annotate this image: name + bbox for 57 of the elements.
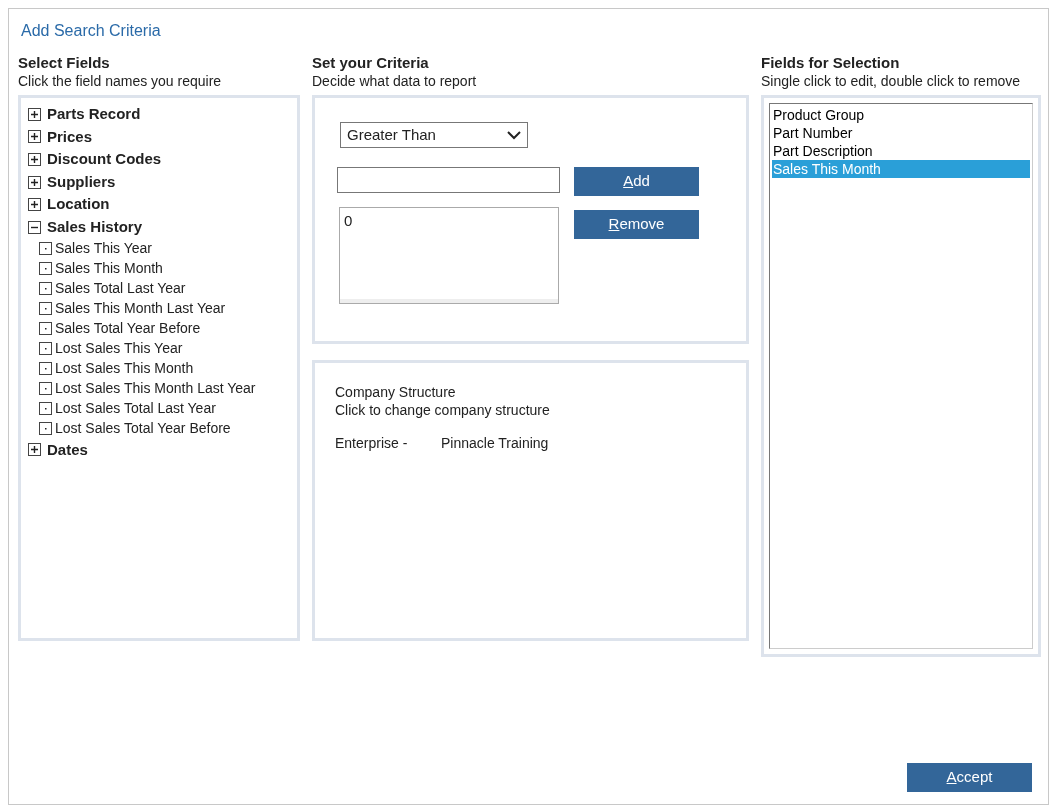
tree-group[interactable]: Suppliers bbox=[47, 170, 116, 194]
tree-group[interactable]: Prices bbox=[47, 125, 93, 149]
section-hint: Single click to edit, double click to remove bbox=[761, 72, 1022, 90]
section-heading: Select Fields bbox=[18, 54, 111, 72]
tree-group[interactable]: Parts Record bbox=[47, 103, 141, 126]
tree-field[interactable]: Sales This Year bbox=[55, 238, 153, 260]
field-icon bbox=[39, 242, 52, 256]
chevron-down-icon bbox=[507, 130, 521, 140]
selection-item[interactable]: Part Description bbox=[772, 142, 1030, 160]
section-heading: Set your Criteria bbox=[312, 54, 430, 72]
tree-field[interactable]: Sales This Month bbox=[55, 258, 163, 280]
tree-group[interactable]: Dates bbox=[47, 438, 88, 462]
field-icon bbox=[39, 262, 52, 276]
section-hint: Click the field names you require bbox=[18, 72, 223, 90]
accept-button[interactable]: Accept bbox=[907, 763, 1032, 792]
section-heading: Fields for Selection bbox=[761, 54, 901, 72]
tree-field[interactable]: Lost Sales Total Year Before bbox=[55, 418, 231, 440]
tree-field[interactable]: Lost Sales This Month bbox=[55, 358, 194, 380]
section-hint: Decide what data to report bbox=[312, 72, 478, 90]
field-icon bbox=[39, 382, 52, 396]
window-title: Add Search Criteria bbox=[21, 22, 161, 39]
tree-field[interactable]: Lost Sales This Month Last Year bbox=[55, 378, 256, 400]
tree-field[interactable]: Lost Sales This Year bbox=[55, 338, 183, 360]
values-list[interactable]: 0 bbox=[339, 207, 559, 304]
expand-icon[interactable] bbox=[28, 153, 41, 166]
field-icon bbox=[39, 422, 52, 436]
expand-icon[interactable] bbox=[28, 198, 41, 212]
level-label: Enterprise - bbox=[335, 434, 409, 453]
field-icon bbox=[39, 402, 52, 416]
tree-field[interactable]: Sales Total Last Year bbox=[55, 278, 186, 300]
expand-icon[interactable] bbox=[28, 443, 41, 457]
selection-item[interactable]: Part Number bbox=[772, 124, 1030, 142]
tree-group[interactable]: Location bbox=[47, 193, 110, 216]
company-structure-title: Company Structure bbox=[335, 383, 457, 401]
collapse-icon[interactable] bbox=[28, 220, 41, 234]
tree-field[interactable]: Lost Sales Total Last Year bbox=[55, 398, 216, 420]
value-field[interactable] bbox=[337, 167, 560, 193]
expand-icon[interactable] bbox=[28, 130, 41, 144]
field-icon bbox=[39, 362, 52, 376]
selection-item[interactable]: Product Group bbox=[772, 106, 1030, 124]
tree-group[interactable]: Discount Codes bbox=[47, 148, 162, 171]
company-structure-link[interactable]: Click to change company structure bbox=[335, 401, 746, 419]
action-button[interactable]: Add bbox=[574, 167, 699, 196]
field-icon bbox=[39, 302, 52, 316]
field-icon bbox=[39, 282, 52, 296]
field-icon bbox=[39, 342, 52, 356]
tree-group[interactable]: Sales History bbox=[47, 216, 143, 239]
list-value[interactable]: 0 bbox=[344, 210, 554, 233]
expand-icon[interactable] bbox=[28, 175, 41, 189]
action-button[interactable]: Remove bbox=[574, 210, 699, 239]
expand-icon[interactable] bbox=[28, 107, 41, 121]
tree-field[interactable]: Sales Total Year Before bbox=[55, 318, 201, 340]
selection-list[interactable]: Product Group Part Number Part Description Sales This Month bbox=[769, 103, 1033, 649]
operator-dropdown[interactable]: Greater Than bbox=[340, 122, 528, 148]
level-value[interactable]: Pinnacle Training bbox=[441, 433, 549, 454]
tree-field[interactable]: Sales This Month Last Year bbox=[55, 298, 226, 320]
field-icon bbox=[39, 322, 52, 336]
